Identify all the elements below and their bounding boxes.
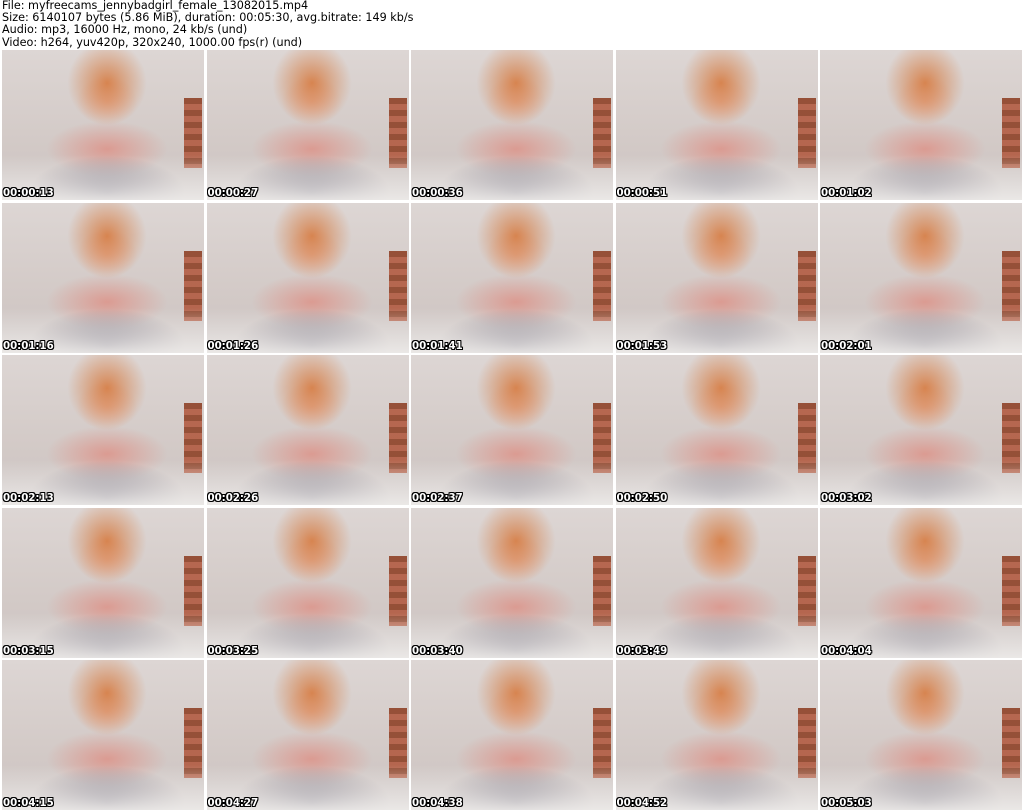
video-thumbnail: 00:02:13: [2, 355, 204, 505]
video-thumbnail: 00:03:49: [615, 507, 818, 658]
video-thumbnail: 00:00:13: [2, 50, 204, 200]
thumbnail-timestamp: 00:01:41: [412, 340, 463, 352]
video-thumbnail: 00:02:26: [206, 355, 409, 505]
video-thumbnail: 00:03:25: [206, 507, 409, 658]
video-thumbnail: 00:01:26: [206, 202, 409, 353]
video-thumbnail: 00:02:01: [820, 202, 1022, 353]
thumbnail-timestamp: 00:00:27: [207, 188, 259, 199]
video-thumbnail: 00:04:27: [206, 660, 409, 810]
audio-info-line: Audio: mp3, 16000 Hz, mono, 24 kb/s (und…: [2, 23, 248, 37]
video-thumbnail: 00:00:51: [615, 50, 818, 200]
video-info-line: Video: h264, yuv420p, 320x240, 1000.00 f…: [2, 35, 303, 49]
thumbnail-timestamp: 00:00:36: [412, 188, 463, 199]
video-thumbnail: 00:01:41: [411, 202, 613, 353]
video-thumbnail: 00:03:40: [411, 507, 613, 658]
thumbnail-timestamp: 00:05:03: [821, 798, 872, 809]
thumbnail-timestamp: 00:03:02: [821, 493, 872, 504]
video-thumbnail: 00:02:37: [411, 355, 613, 505]
video-thumbnail: 00:00:36: [411, 50, 613, 200]
video-thumbnail: 00:04:52: [615, 660, 818, 810]
thumbnail-timestamp: 00:03:40: [412, 645, 463, 657]
video-thumbnail: 00:03:15: [2, 507, 204, 658]
video-thumbnail: 00:01:16: [2, 202, 204, 353]
thumbnail-timestamp: 00:02:13: [3, 493, 54, 504]
thumbnail-timestamp: 00:04:27: [207, 798, 259, 809]
video-thumbnail: 00:04:15: [2, 660, 204, 810]
video-thumbnail: 00:04:38: [411, 660, 613, 810]
thumbnail-timestamp: 00:02:50: [616, 493, 668, 504]
thumbnail-timestamp: 00:00:51: [616, 188, 668, 199]
video-thumbnail: 00:01:02: [820, 50, 1022, 200]
thumbnail-timestamp: 00:04:38: [412, 798, 463, 809]
thumbnail-timestamp: 00:01:02: [821, 188, 872, 199]
thumbnail-timestamp: 00:04:52: [616, 798, 668, 809]
thumbnail-timestamp: 00:01:53: [616, 340, 668, 352]
video-thumbnail: 00:04:04: [820, 507, 1022, 658]
thumbnail-timestamp: 00:01:26: [207, 340, 259, 352]
video-thumbnail: 00:01:53: [615, 202, 818, 353]
file-info-header: File: myfreecams_jennybadgirl_female_130…: [2, 0, 1022, 50]
thumbnail-timestamp: 00:04:15: [3, 798, 54, 809]
video-thumbnail: 00:00:27: [206, 50, 409, 200]
thumbnail-timestamp: 00:03:15: [3, 645, 54, 657]
thumbnail-timestamp: 00:04:04: [821, 645, 872, 657]
thumbnail-timestamp: 00:00:13: [3, 188, 54, 199]
video-thumbnail: 00:02:50: [615, 355, 818, 505]
video-thumbnail: 00:05:03: [820, 660, 1022, 810]
video-thumbnail: 00:03:02: [820, 355, 1022, 505]
thumbnail-timestamp: 00:02:37: [412, 493, 463, 504]
thumbnail-grid: 00:00:13 00:00:27 00:00:36 00:00:51 00:01:02…: [2, 50, 1022, 810]
thumbnail-timestamp: 00:02:26: [207, 493, 259, 504]
thumbnail-timestamp: 00:02:01: [821, 340, 872, 352]
thumbnail-timestamp: 00:03:25: [207, 645, 259, 657]
thumbnail-timestamp: 00:03:49: [616, 645, 668, 657]
thumbnail-timestamp: 00:01:16: [3, 340, 54, 352]
